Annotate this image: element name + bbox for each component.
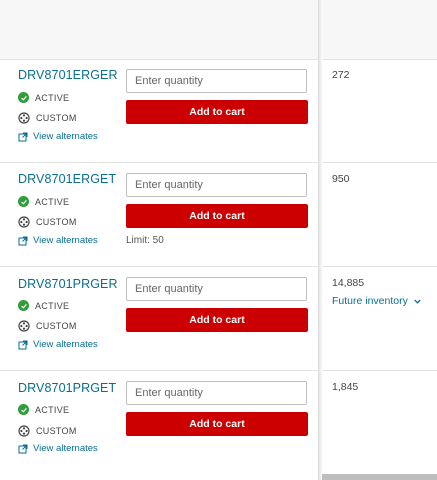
- quantity-input[interactable]: [126, 173, 307, 197]
- status-badge: ACTIVE: [18, 92, 69, 103]
- external-link-icon: [18, 236, 28, 246]
- add-to-cart-button[interactable]: Add to cart: [126, 100, 308, 124]
- check-circle-icon: [18, 300, 29, 311]
- part-number-link[interactable]: DRV8701PRGER: [18, 277, 118, 291]
- add-to-cart-button[interactable]: Add to cart: [126, 412, 308, 436]
- horizontal-scrollbar[interactable]: [322, 474, 437, 480]
- custom-text: CUSTOM: [36, 113, 77, 123]
- part-number-link[interactable]: DRV8701ERGET: [18, 172, 116, 186]
- view-alternates-label: View alternates: [33, 339, 98, 350]
- status-badge: ACTIVE: [18, 404, 69, 415]
- row-divider: [0, 162, 437, 163]
- custom-label: CUSTOM: [18, 112, 77, 124]
- column-divider: [318, 0, 323, 480]
- view-alternates-link[interactable]: View alternates: [18, 131, 98, 142]
- add-to-cart-button[interactable]: Add to cart: [126, 308, 308, 332]
- status-label: ACTIVE: [35, 404, 70, 415]
- check-circle-icon: [18, 404, 29, 415]
- external-link-icon: [18, 340, 28, 350]
- chevron-down-icon: [413, 297, 422, 306]
- film-reel-icon: [18, 216, 30, 228]
- quantity-input[interactable]: [126, 381, 307, 405]
- inventory-count: 14,885: [332, 277, 365, 289]
- status-label: ACTIVE: [35, 300, 70, 311]
- future-inventory-toggle[interactable]: Future inventory: [332, 295, 422, 307]
- quantity-input[interactable]: [126, 69, 307, 93]
- custom-label: CUSTOM: [18, 216, 77, 228]
- film-reel-icon: [18, 425, 30, 437]
- external-link-icon: [18, 132, 28, 142]
- check-circle-icon: [18, 196, 29, 207]
- status-label: ACTIVE: [35, 196, 70, 207]
- custom-label: CUSTOM: [18, 425, 77, 437]
- inventory-count: 272: [332, 69, 350, 81]
- custom-text: CUSTOM: [36, 321, 77, 331]
- inventory-count: 950: [332, 173, 350, 185]
- part-number-link[interactable]: DRV8701ERGER: [18, 68, 118, 82]
- custom-text: CUSTOM: [36, 217, 77, 227]
- quantity-input[interactable]: [126, 277, 307, 301]
- order-limit: Limit: 50: [126, 235, 164, 246]
- table-header: [0, 0, 437, 60]
- view-alternates-label: View alternates: [33, 235, 98, 246]
- custom-label: CUSTOM: [18, 320, 77, 332]
- row-divider: [0, 370, 437, 371]
- inventory-count: 1,845: [332, 381, 359, 393]
- film-reel-icon: [18, 320, 30, 332]
- film-reel-icon: [18, 112, 30, 124]
- view-alternates-label: View alternates: [33, 443, 98, 454]
- status-badge: ACTIVE: [18, 300, 69, 311]
- future-inventory-label: Future inventory: [332, 295, 408, 307]
- view-alternates-link[interactable]: View alternates: [18, 443, 98, 454]
- check-circle-icon: [18, 92, 29, 103]
- part-number-link[interactable]: DRV8701PRGET: [18, 381, 116, 395]
- view-alternates-link[interactable]: View alternates: [18, 339, 98, 350]
- custom-text: CUSTOM: [36, 426, 77, 436]
- row-divider: [0, 266, 437, 267]
- external-link-icon: [18, 444, 28, 454]
- status-label: ACTIVE: [35, 92, 70, 103]
- status-badge: ACTIVE: [18, 196, 69, 207]
- view-alternates-link[interactable]: View alternates: [18, 235, 98, 246]
- view-alternates-label: View alternates: [33, 131, 98, 142]
- add-to-cart-button[interactable]: Add to cart: [126, 204, 308, 228]
